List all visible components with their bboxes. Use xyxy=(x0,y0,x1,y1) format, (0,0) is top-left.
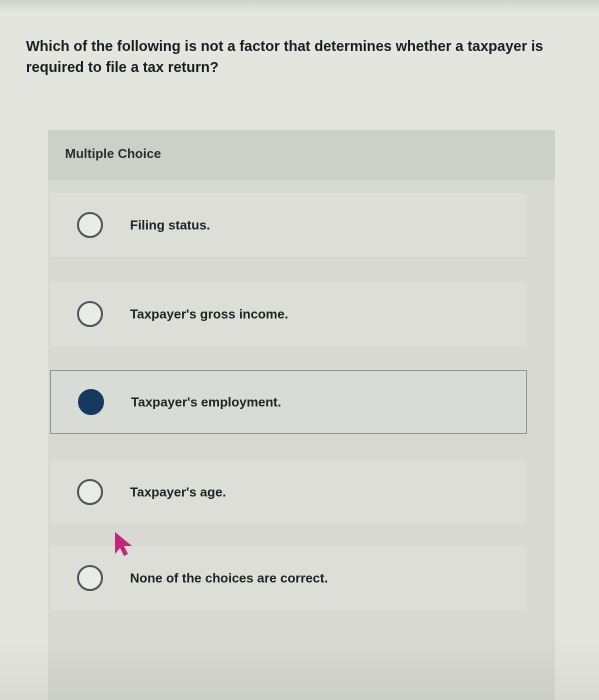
radio-button-employment-selected[interactable] xyxy=(78,389,104,415)
radio-button-none-correct[interactable] xyxy=(77,565,103,591)
top-edge xyxy=(0,0,599,12)
choice-option-gross-income[interactable]: Taxpayer's gross income. xyxy=(50,282,527,346)
question-text: Which of the following is not a factor t… xyxy=(26,39,544,76)
option-label: Taxpayer's age. xyxy=(130,484,227,500)
option-label: None of the choices are correct. xyxy=(130,570,328,586)
radio-button-filing-status[interactable] xyxy=(77,212,103,238)
option-label: Filing status. xyxy=(130,217,211,233)
choice-option-employment[interactable]: Taxpayer's employment. xyxy=(50,370,527,434)
choice-option-age[interactable]: Taxpayer's age. xyxy=(50,460,527,524)
section-label: Multiple Choice xyxy=(65,146,162,161)
panel-header: Multiple Choice xyxy=(48,130,555,180)
multiple-choice-panel: Multiple Choice Filing status. Taxpayer'… xyxy=(48,130,555,700)
mouse-pointer-icon xyxy=(115,532,132,556)
radio-button-gross-income[interactable] xyxy=(77,301,103,327)
option-label: Taxpayer's gross income. xyxy=(130,306,289,322)
radio-button-age[interactable] xyxy=(77,479,103,505)
choice-option-filing-status[interactable]: Filing status. xyxy=(50,193,527,257)
option-label: Taxpayer's employment. xyxy=(131,394,282,410)
